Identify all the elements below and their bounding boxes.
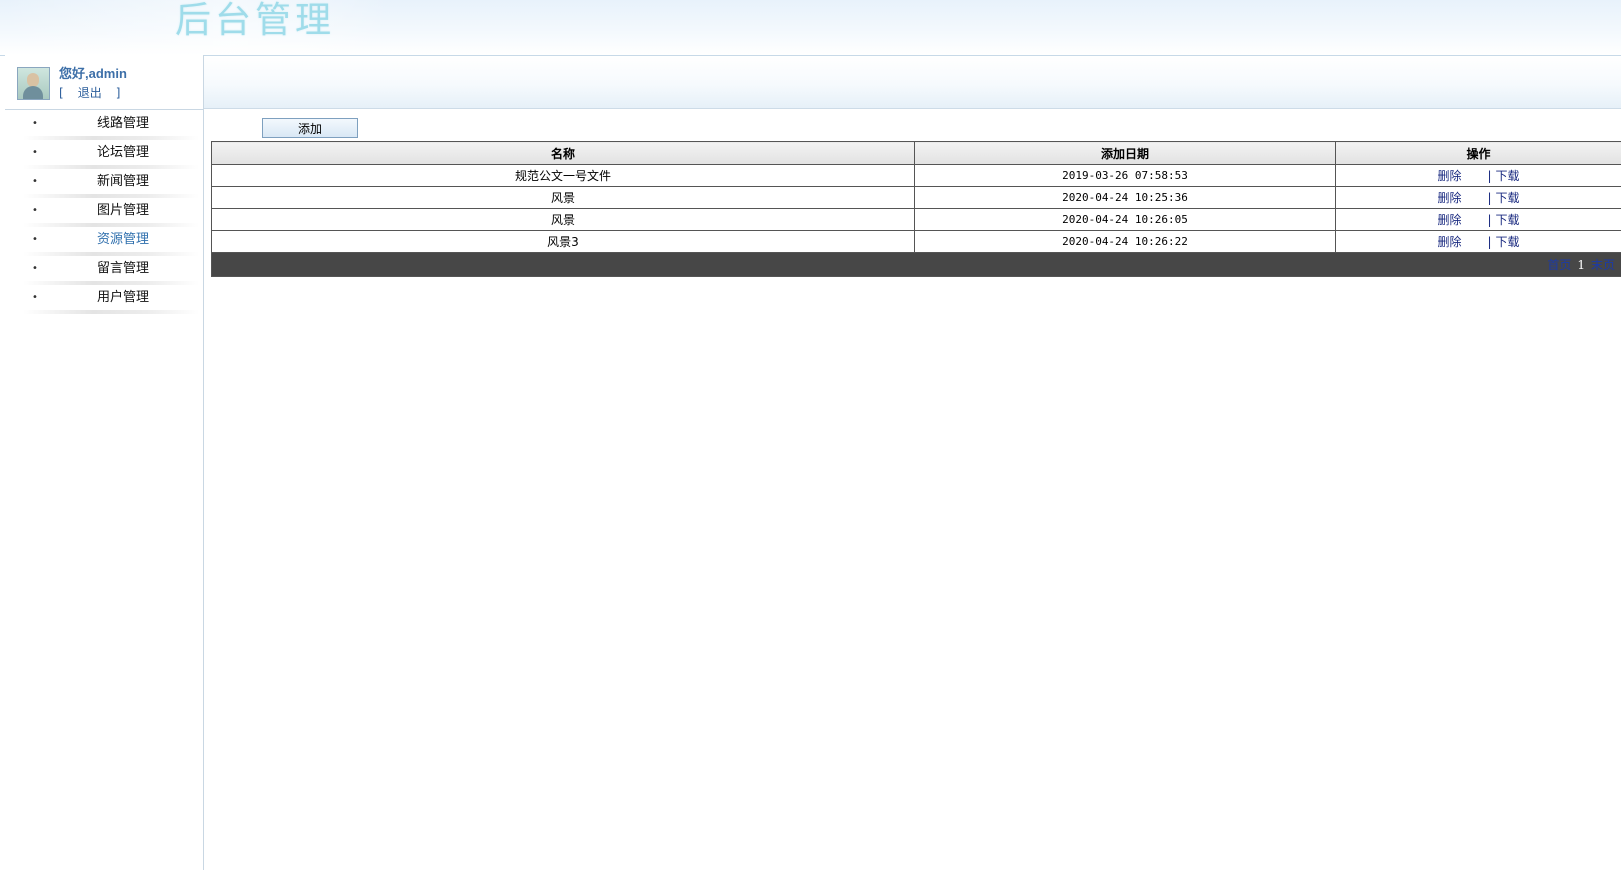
action-separator: | bbox=[1487, 235, 1492, 249]
sidebar-menu: • 线路管理 • 论坛管理 • 新闻管理 • 图片管理 • 资源管理 • 留言管… bbox=[5, 113, 203, 316]
bullet-icon: • bbox=[32, 205, 38, 216]
menu-divider bbox=[23, 281, 199, 285]
bullet-icon: • bbox=[32, 118, 38, 129]
table-row: 风景3 2020-04-24 10:26:22 删除 | 下载 bbox=[211, 230, 1621, 253]
table-row: 风景 2020-04-24 10:25:36 删除 | 下载 bbox=[211, 186, 1621, 209]
delete-link[interactable]: 删除 bbox=[1437, 169, 1461, 183]
sidebar-item-label[interactable]: 留言管理 bbox=[97, 258, 149, 280]
avatar-head-icon bbox=[27, 73, 39, 87]
first-page-link[interactable]: 首页 bbox=[1547, 258, 1571, 272]
sidebar-item-forum[interactable]: • 论坛管理 bbox=[5, 142, 203, 171]
sidebar-item-route[interactable]: • 线路管理 bbox=[5, 113, 203, 142]
sidebar-item-label[interactable]: 论坛管理 bbox=[97, 142, 149, 164]
sidebar-item-users[interactable]: • 用户管理 bbox=[5, 287, 203, 316]
sidebar-item-label[interactable]: 用户管理 bbox=[97, 287, 149, 309]
menu-divider bbox=[23, 165, 199, 169]
pagination-bar: 首页 1 末页 bbox=[211, 252, 1621, 277]
cell-name: 风景 bbox=[211, 186, 915, 209]
action-separator: | bbox=[1487, 213, 1492, 227]
sidebar-item-news[interactable]: • 新闻管理 bbox=[5, 171, 203, 200]
bullet-icon: • bbox=[32, 147, 38, 158]
add-button[interactable]: 添加 bbox=[262, 118, 358, 138]
user-greeting: 您好,admin bbox=[59, 66, 127, 81]
app-title: 后台管理 bbox=[175, 0, 336, 41]
cell-actions: 删除 | 下载 bbox=[1335, 186, 1621, 209]
last-page-link[interactable]: 末页 bbox=[1591, 258, 1615, 272]
logout-group: [ 退出] bbox=[59, 84, 120, 101]
download-link[interactable]: 下载 bbox=[1496, 169, 1520, 183]
table-row: 风景 2020-04-24 10:26:05 删除 | 下载 bbox=[211, 208, 1621, 231]
menu-divider bbox=[23, 310, 199, 314]
sidebar: 您好,admin [ 退出] • 线路管理 • 论坛管理 • 新闻管理 • 图片管… bbox=[5, 55, 204, 870]
sidebar-item-label[interactable]: 线路管理 bbox=[97, 113, 149, 135]
cell-name: 规范公文一号文件 bbox=[211, 164, 915, 187]
sidebar-item-label[interactable]: 新闻管理 bbox=[97, 171, 149, 193]
action-separator: | bbox=[1487, 169, 1492, 183]
cell-actions: 删除 | 下载 bbox=[1335, 164, 1621, 187]
download-link[interactable]: 下载 bbox=[1496, 191, 1520, 205]
column-header-name: 名称 bbox=[211, 141, 915, 165]
sidebar-item-resources[interactable]: • 资源管理 bbox=[5, 229, 203, 258]
cell-date: 2019-03-26 07:58:53 bbox=[914, 164, 1336, 187]
action-separator: | bbox=[1487, 191, 1492, 205]
table-header-row: 名称 添加日期 操作 bbox=[211, 141, 1621, 165]
sidebar-item-label[interactable]: 资源管理 bbox=[97, 229, 149, 251]
logout-link[interactable]: 退出 bbox=[78, 86, 102, 100]
bracket-open: [ bbox=[59, 86, 64, 100]
cell-name: 风景3 bbox=[211, 230, 915, 253]
table-row: 规范公文一号文件 2019-03-26 07:58:53 删除 | 下载 bbox=[211, 164, 1621, 187]
cell-date: 2020-04-24 10:26:22 bbox=[914, 230, 1336, 253]
bullet-icon: • bbox=[32, 292, 38, 303]
avatar-body-icon bbox=[23, 86, 43, 99]
delete-link[interactable]: 删除 bbox=[1437, 191, 1461, 205]
cell-actions: 删除 | 下载 bbox=[1335, 230, 1621, 253]
menu-divider bbox=[23, 136, 199, 140]
cell-date: 2020-04-24 10:26:05 bbox=[914, 208, 1336, 231]
avatar bbox=[17, 67, 50, 100]
cell-name: 风景 bbox=[211, 208, 915, 231]
cell-date: 2020-04-24 10:25:36 bbox=[914, 186, 1336, 209]
sidebar-item-label[interactable]: 图片管理 bbox=[97, 200, 149, 222]
delete-link[interactable]: 删除 bbox=[1437, 235, 1461, 249]
current-page-number: 1 bbox=[1577, 258, 1585, 272]
download-link[interactable]: 下载 bbox=[1496, 235, 1520, 249]
content-header-bar bbox=[204, 56, 1621, 109]
column-header-actions: 操作 bbox=[1335, 141, 1621, 165]
sidebar-item-images[interactable]: • 图片管理 bbox=[5, 200, 203, 229]
bullet-icon: • bbox=[32, 234, 38, 245]
menu-divider bbox=[23, 194, 199, 198]
cell-actions: 删除 | 下载 bbox=[1335, 208, 1621, 231]
pagination-cell: 首页 1 末页 bbox=[211, 252, 1621, 277]
bracket-close: ] bbox=[115, 86, 121, 100]
download-link[interactable]: 下载 bbox=[1496, 213, 1520, 227]
bullet-icon: • bbox=[32, 263, 38, 274]
resource-table: 名称 添加日期 操作 规范公文一号文件 2019-03-26 07:58:53 … bbox=[211, 141, 1621, 277]
top-banner: 后台管理 bbox=[0, 0, 1621, 56]
delete-link[interactable]: 删除 bbox=[1437, 213, 1461, 227]
sidebar-item-messages[interactable]: • 留言管理 bbox=[5, 258, 203, 287]
menu-divider bbox=[23, 223, 199, 227]
user-panel: 您好,admin [ 退出] bbox=[5, 55, 203, 110]
column-header-date: 添加日期 bbox=[914, 141, 1336, 165]
menu-divider bbox=[23, 252, 199, 256]
bullet-icon: • bbox=[32, 176, 38, 187]
